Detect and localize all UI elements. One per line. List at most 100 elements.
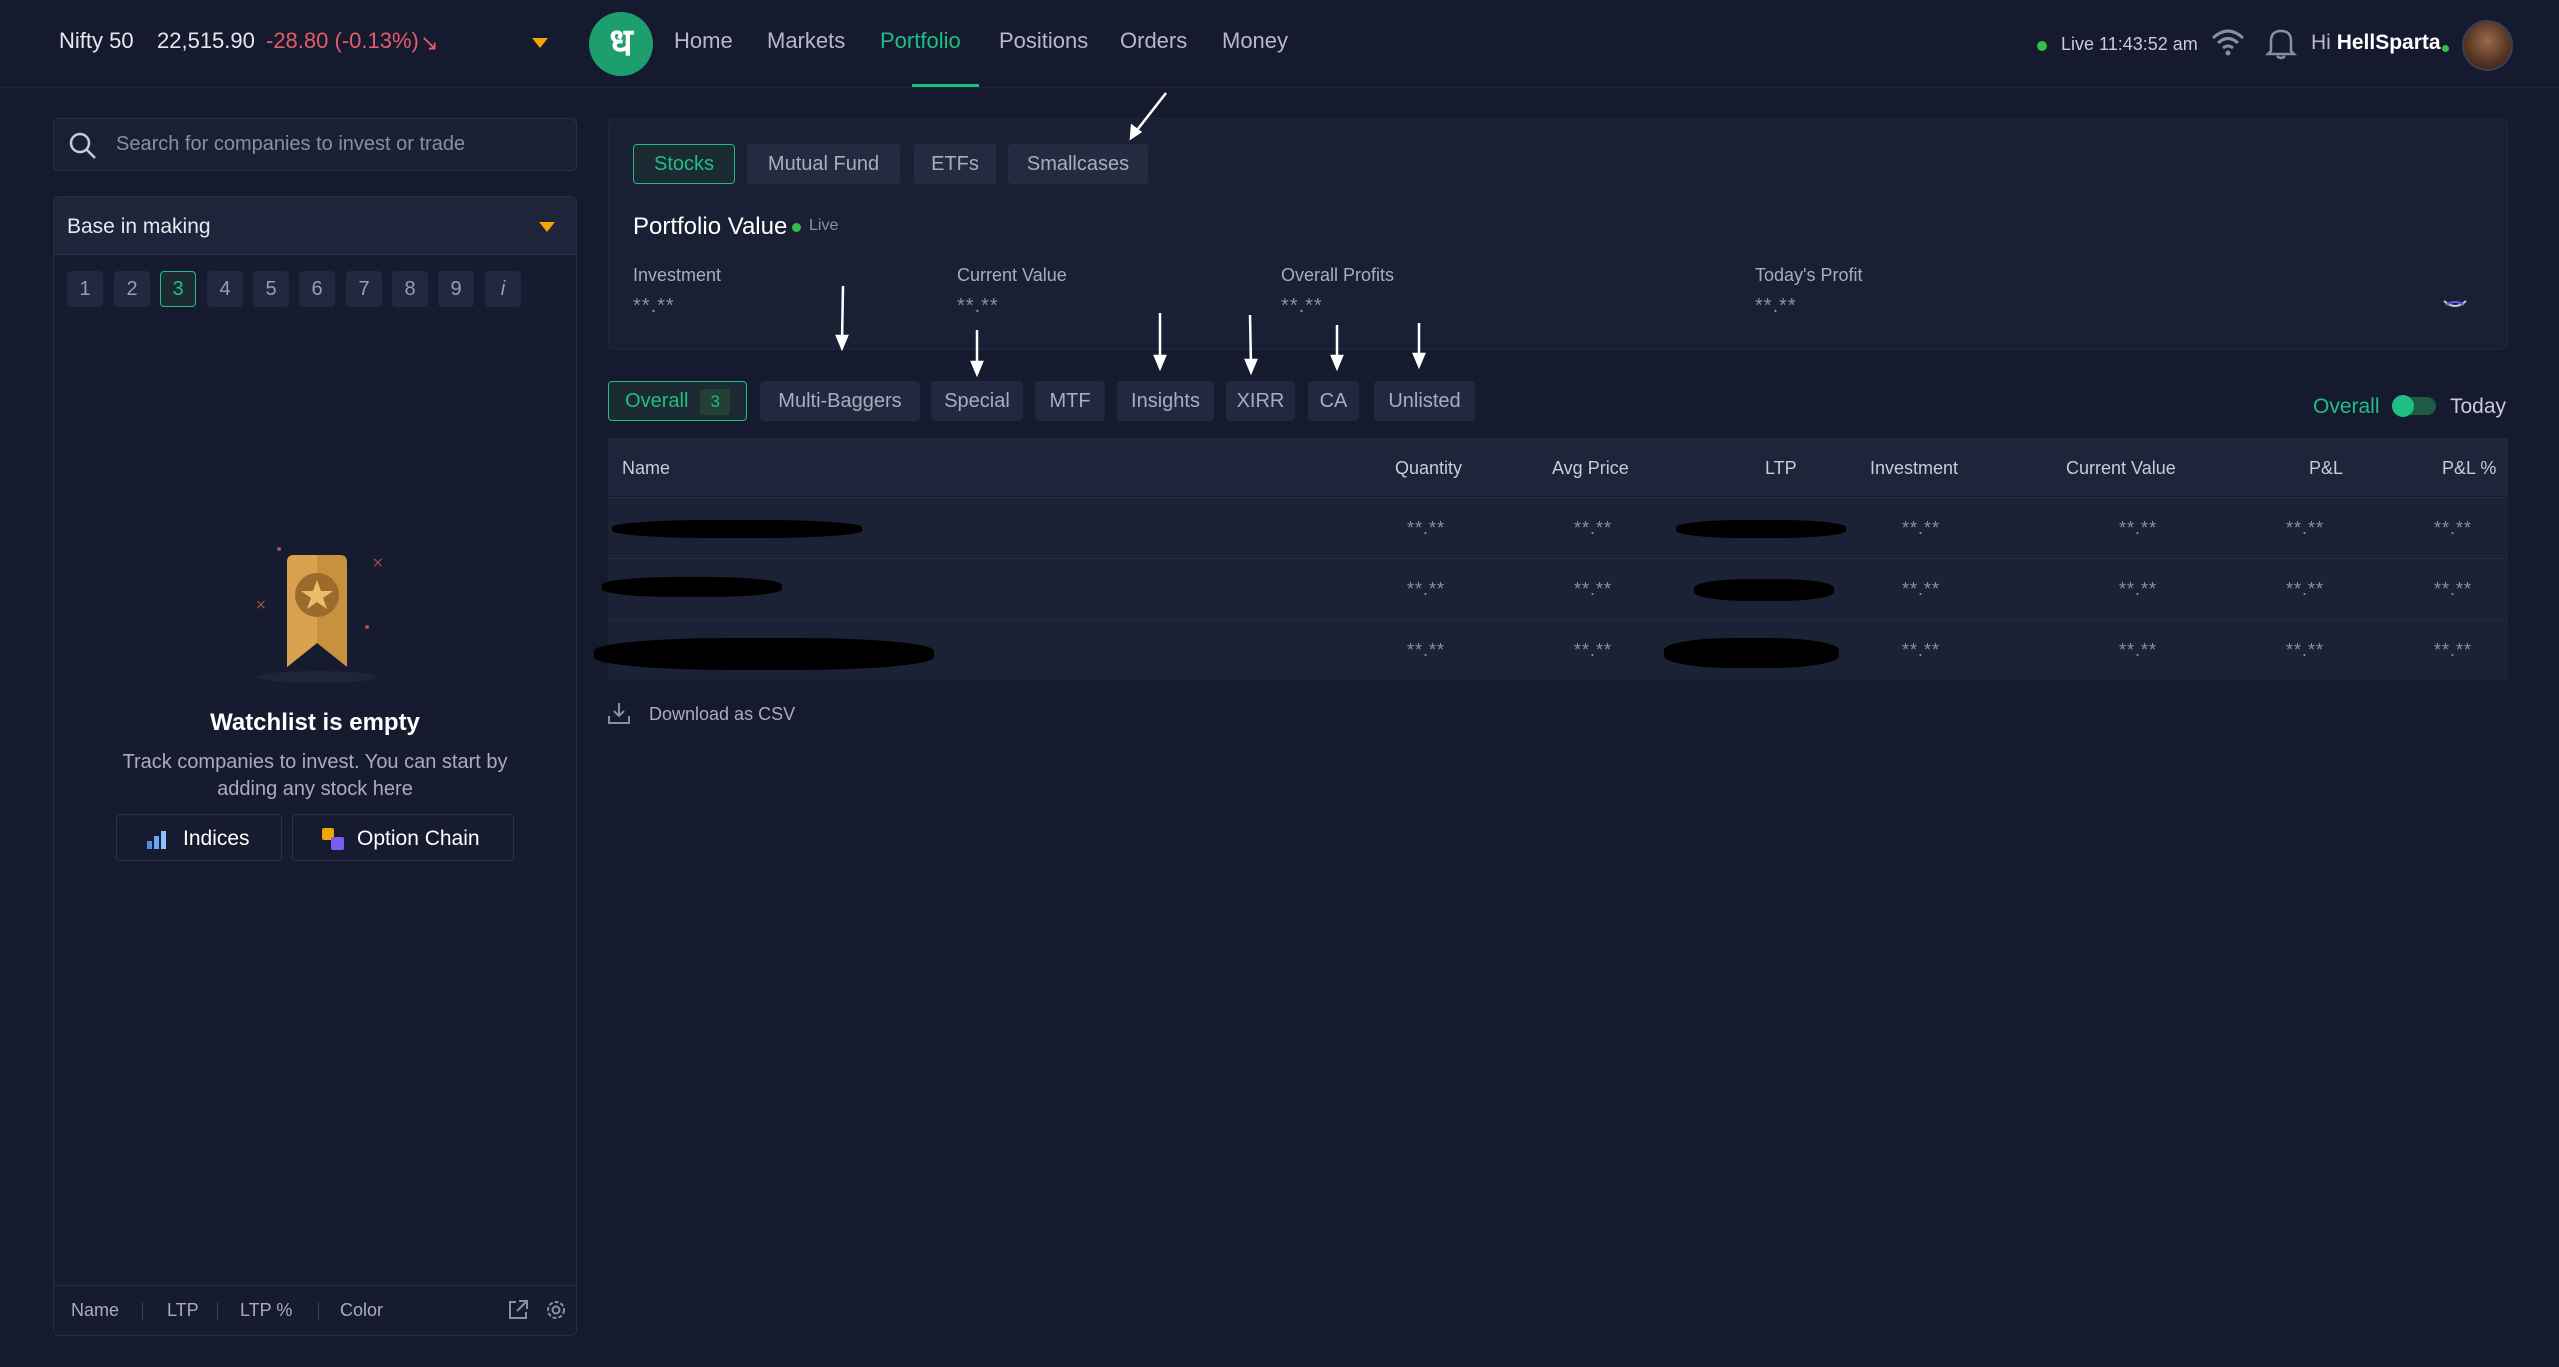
footer-divider xyxy=(142,1302,143,1320)
watchlist-tab-9[interactable]: 9 xyxy=(438,271,474,307)
cell-pnl: **.** xyxy=(2286,518,2325,538)
external-link-icon[interactable] xyxy=(506,1298,530,1322)
redacted-ltp xyxy=(1664,638,1839,668)
watchlist-tab-2[interactable]: 2 xyxy=(114,271,150,307)
watchlist-tab-7[interactable]: 7 xyxy=(346,271,382,307)
cell-pnl-percent: **.** xyxy=(2434,518,2473,538)
segment-mutual-fund[interactable]: Mutual Fund xyxy=(747,144,900,184)
redacted-ltp xyxy=(1694,579,1834,601)
nav-portfolio[interactable]: Portfolio xyxy=(880,28,961,54)
redacted-stock-name xyxy=(612,520,862,538)
column-header-investment[interactable]: Investment xyxy=(1870,458,1958,479)
filter-tab-mtf[interactable]: MTF xyxy=(1035,381,1105,421)
cell-investment: **.** xyxy=(1902,640,1941,660)
download-icon[interactable] xyxy=(606,700,632,726)
option-chain-button[interactable]: Option Chain xyxy=(292,814,514,861)
cell-pnl-percent: **.** xyxy=(2434,640,2473,660)
overall-today-toggle[interactable] xyxy=(2392,395,2436,417)
empty-state-title: Watchlist is empty xyxy=(210,709,420,736)
segment-stocks[interactable]: Stocks xyxy=(633,144,735,184)
metric-investment-value: **.** xyxy=(633,295,675,317)
watchlist-header[interactable]: Base in making xyxy=(54,197,576,255)
cell-current-value: **.** xyxy=(2119,518,2158,538)
live-status-dot xyxy=(792,223,801,232)
redacted-stock-name xyxy=(602,577,782,597)
nav-orders[interactable]: Orders xyxy=(1120,28,1187,54)
index-value: 22,515.90 xyxy=(157,28,255,53)
watchlist-name: Base in making xyxy=(67,215,211,238)
column-header-pnl-percent[interactable]: P&L % xyxy=(2442,458,2496,479)
bookmark-star-icon: × × xyxy=(255,547,384,683)
footer-divider xyxy=(318,1302,319,1320)
cell-investment: **.** xyxy=(1902,579,1941,599)
column-header-quantity[interactable]: Quantity xyxy=(1395,458,1462,479)
redacted-stock-name xyxy=(594,638,934,670)
filter-tab-insights[interactable]: Insights xyxy=(1117,381,1214,421)
index-name[interactable]: Nifty 50 xyxy=(59,28,134,54)
footer-col-name[interactable]: Name xyxy=(71,1300,119,1321)
filter-tab-unlisted[interactable]: Unlisted xyxy=(1374,381,1475,421)
download-csv-link[interactable]: Download as CSV xyxy=(649,704,795,725)
watchlist-tab-1[interactable]: 1 xyxy=(67,271,103,307)
filter-tab-multi-baggers[interactable]: Multi-Baggers xyxy=(760,381,920,421)
segment-etfs[interactable]: ETFs xyxy=(914,144,996,184)
cell-avg-price: **.** xyxy=(1574,518,1613,538)
eye-closed-icon[interactable] xyxy=(2441,293,2469,315)
footer-col-ltp-percent[interactable]: LTP % xyxy=(240,1300,292,1321)
footer-divider xyxy=(217,1302,218,1320)
table-header: Name Quantity Avg Price LTP Investment C… xyxy=(608,438,2508,496)
footer-col-ltp[interactable]: LTP xyxy=(167,1300,199,1321)
cell-quantity: **.** xyxy=(1407,640,1446,660)
wifi-icon[interactable] xyxy=(2210,26,2246,58)
metric-overall-profits-label: Overall Profits xyxy=(1281,265,1395,285)
nav-money[interactable]: Money xyxy=(1222,28,1288,54)
column-header-avg-price[interactable]: Avg Price xyxy=(1552,458,1629,479)
nav-positions[interactable]: Positions xyxy=(999,28,1088,54)
watchlist-tab-5[interactable]: 5 xyxy=(253,271,289,307)
metric-current-value-label: Current Value xyxy=(957,265,1067,285)
filter-tab-special[interactable]: Special xyxy=(931,381,1023,421)
filter-tab-xirr[interactable]: XIRR xyxy=(1226,381,1295,421)
avatar[interactable] xyxy=(2462,20,2513,71)
holdings-table: Name Quantity Avg Price LTP Investment C… xyxy=(594,438,2508,680)
nav-markets[interactable]: Markets xyxy=(767,28,845,54)
watchlist-tab-3[interactable]: 3 xyxy=(160,271,196,307)
cell-quantity: **.** xyxy=(1407,518,1446,538)
filter-tab-overall-label: Overall xyxy=(625,390,689,412)
gear-icon[interactable] xyxy=(544,1298,568,1322)
search-bar[interactable] xyxy=(53,118,577,171)
index-dropdown-icon[interactable] xyxy=(532,38,548,48)
watchlist-tab-8[interactable]: 8 xyxy=(392,271,428,307)
filter-tab-overall[interactable]: Overall 3 xyxy=(608,381,747,421)
filter-tab-ca[interactable]: CA xyxy=(1308,381,1359,421)
search-input[interactable] xyxy=(116,119,566,170)
toggle-label-overall[interactable]: Overall xyxy=(2313,395,2380,419)
metric-investment-label: Investment xyxy=(633,265,722,285)
table-row[interactable]: **.** **.** **.** **.** **.** **.** xyxy=(608,497,2508,558)
table-row[interactable]: **.** **.** **.** **.** **.** **.** xyxy=(594,619,2508,680)
svg-text:×: × xyxy=(255,597,267,613)
toggle-label-today[interactable]: Today xyxy=(2450,395,2506,419)
greeting-prefix: Hi xyxy=(2311,31,2331,54)
column-header-current-value[interactable]: Current Value xyxy=(2066,458,2176,479)
indices-button[interactable]: Indices xyxy=(116,814,282,861)
watchlist-tab-4[interactable]: 4 xyxy=(207,271,243,307)
app-logo[interactable]: ध xyxy=(589,12,653,76)
bell-icon[interactable] xyxy=(2265,26,2297,60)
user-greeting[interactable]: Hi HellSparta xyxy=(2311,31,2441,55)
column-header-ltp[interactable]: LTP xyxy=(1765,458,1797,479)
table-row[interactable]: **.** **.** **.** **.** **.** **.** xyxy=(602,558,2508,619)
column-header-name[interactable]: Name xyxy=(622,458,670,479)
empty-state-subtitle: Track companies to invest. You can start… xyxy=(122,751,508,800)
chevron-down-icon[interactable] xyxy=(539,222,555,232)
watchlist-tab-info[interactable]: i xyxy=(485,271,521,307)
option-chain-label: Option Chain xyxy=(357,827,480,850)
footer-col-color[interactable]: Color xyxy=(340,1300,383,1321)
nav-home[interactable]: Home xyxy=(674,28,733,54)
segment-smallcases[interactable]: Smallcases xyxy=(1008,144,1148,184)
watchlist-tab-6[interactable]: 6 xyxy=(299,271,335,307)
cell-pnl-percent: **.** xyxy=(2434,579,2473,599)
column-header-pnl[interactable]: P&L xyxy=(2309,458,2343,479)
indices-label: Indices xyxy=(183,827,250,850)
holdings-count-badge: 3 xyxy=(700,389,730,415)
